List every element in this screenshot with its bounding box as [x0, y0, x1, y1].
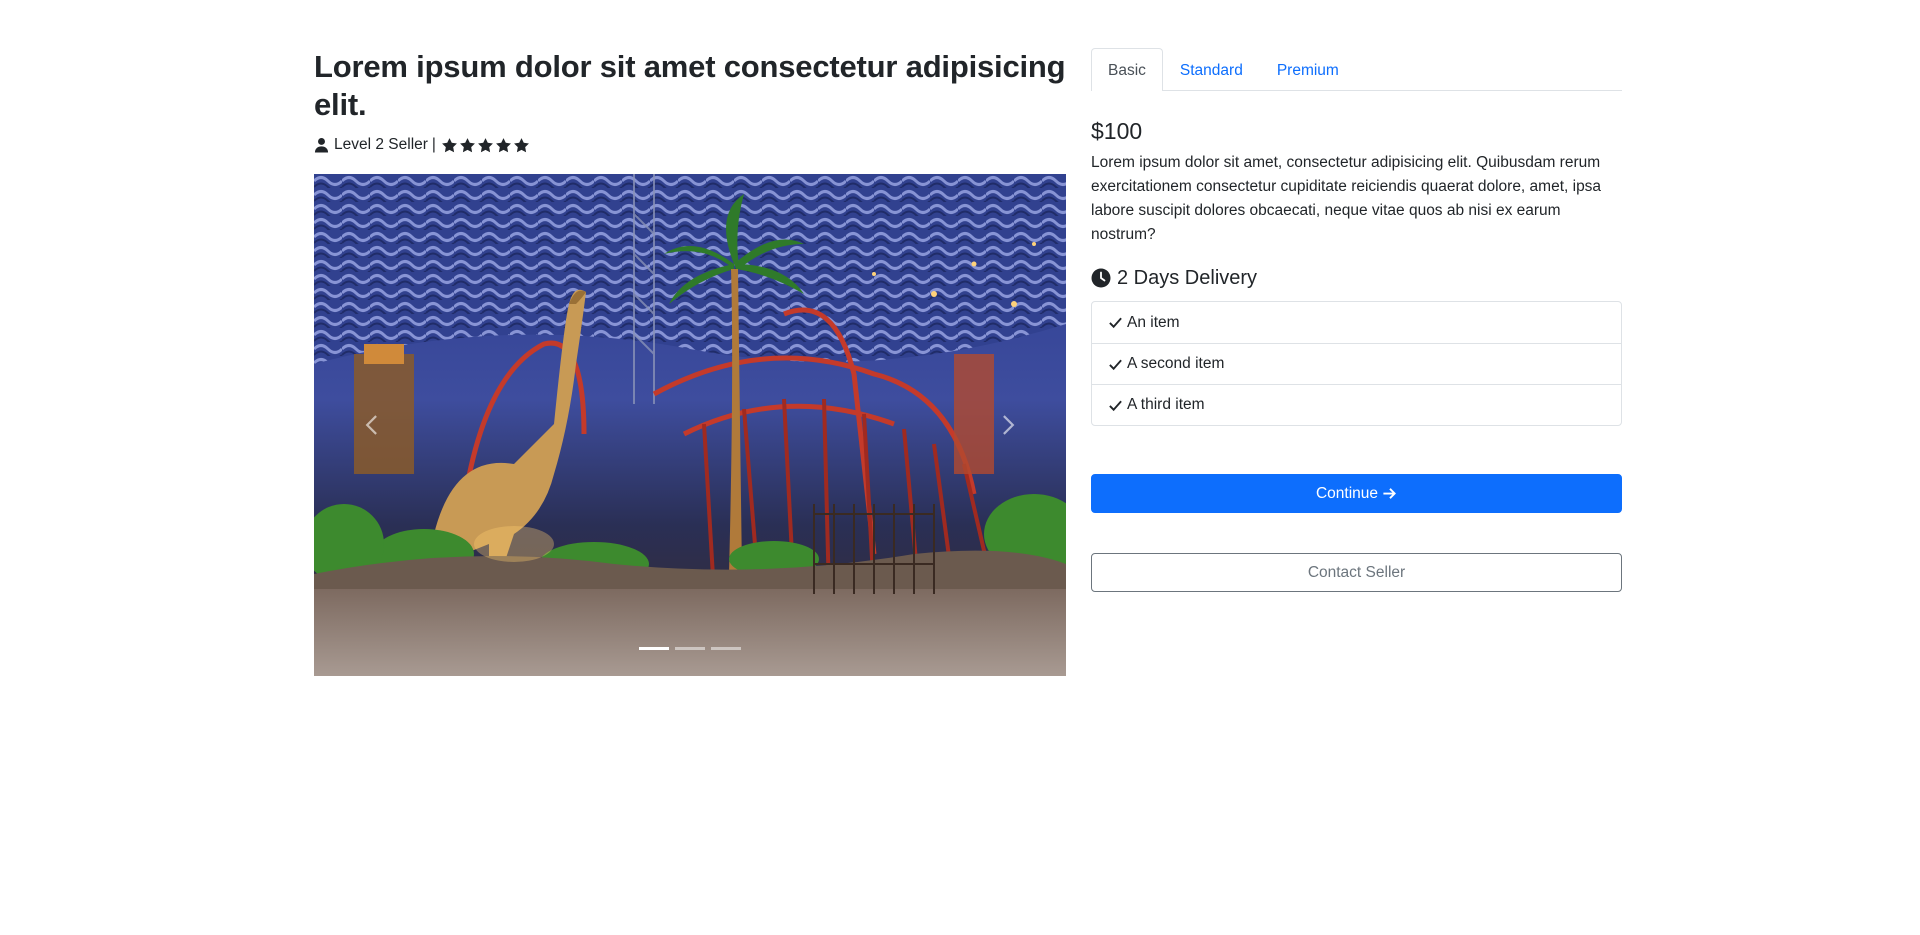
chevron-left-icon: [365, 415, 377, 435]
continue-button[interactable]: Continue: [1091, 474, 1622, 513]
gig-header: Lorem ipsum dolor sit amet consectetur a…: [314, 48, 1066, 156]
meta-separator: |: [431, 136, 436, 153]
feature-label: An item: [1127, 313, 1180, 331]
package-description: Lorem ipsum dolor sit amet, consectetur …: [1091, 154, 1602, 243]
user-icon: [314, 137, 329, 153]
star-icon: [477, 137, 494, 154]
delivery-info: 2 Days Delivery: [1091, 265, 1622, 291]
check-icon: [1108, 315, 1123, 330]
tab-standard[interactable]: Standard: [1163, 48, 1260, 91]
delivery-text: 2 Days Delivery: [1117, 266, 1258, 289]
package-price: $100: [1091, 118, 1143, 144]
page-title: Lorem ipsum dolor sit amet consectetur a…: [314, 49, 1066, 122]
star-icon: [441, 137, 458, 154]
list-item: A third item: [1092, 384, 1621, 425]
star-icon: [459, 137, 476, 154]
contact-seller-button[interactable]: Contact Seller: [1091, 553, 1622, 592]
seller-meta: Level 2 Seller |: [314, 134, 1066, 156]
clock-icon: [1091, 268, 1111, 288]
carousel-next-button[interactable]: [980, 390, 1036, 460]
arrow-right-icon: [1382, 486, 1397, 501]
carousel-indicator[interactable]: [675, 647, 705, 650]
feature-label: A second item: [1127, 355, 1225, 372]
rating-stars: [441, 137, 530, 154]
list-item: A second item: [1092, 343, 1621, 384]
carousel-indicator[interactable]: [711, 647, 741, 650]
tab-premium[interactable]: Premium: [1260, 48, 1356, 91]
check-icon: [1108, 398, 1123, 413]
carousel-prev-button[interactable]: [344, 390, 400, 460]
feature-label: A third item: [1127, 396, 1205, 413]
chevron-right-icon: [1003, 415, 1015, 435]
star-icon: [513, 137, 530, 154]
list-item: An item: [1092, 302, 1621, 343]
carousel-indicators: [314, 647, 1066, 650]
carousel-indicator[interactable]: [639, 647, 669, 650]
carousel-image: [314, 174, 1066, 676]
continue-label: Continue: [1315, 484, 1379, 502]
tab-basic[interactable]: Basic: [1091, 48, 1163, 91]
image-carousel[interactable]: [314, 174, 1066, 676]
star-icon: [495, 137, 512, 154]
package-panel: Basic Standard Premium $100 Lorem ipsum …: [1091, 48, 1622, 592]
feature-list: An item A second item A third item: [1091, 301, 1622, 426]
check-icon: [1108, 357, 1123, 372]
seller-level: Level 2 Seller: [334, 136, 428, 153]
package-tabs: Basic Standard Premium: [1091, 48, 1622, 91]
